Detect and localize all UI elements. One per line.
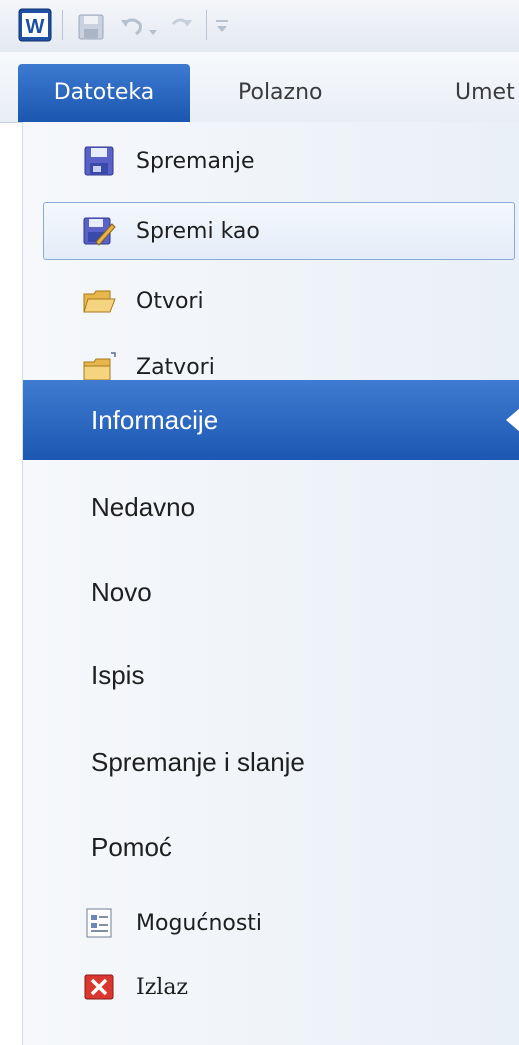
tab-file[interactable]: Datoteka: [18, 64, 190, 122]
section-help[interactable]: Pomoć: [23, 807, 519, 887]
section-help-label: Pomoć: [91, 831, 172, 862]
section-new[interactable]: Novo: [23, 552, 519, 632]
section-save-send[interactable]: Spremanje i slanje: [23, 722, 519, 802]
section-print-label: Ispis: [91, 659, 145, 690]
section-print[interactable]: Ispis: [23, 635, 519, 715]
options-command[interactable]: Mogućnosti: [43, 894, 515, 952]
redo-icon[interactable]: [168, 12, 196, 40]
backstage-menu: Spremanje Spremi kao Otvori Zatvori Info…: [22, 122, 519, 1045]
tab-insert[interactable]: Umet: [455, 64, 515, 122]
save-command[interactable]: Spremanje: [43, 132, 515, 190]
exit-icon: [82, 970, 116, 1004]
save-icon[interactable]: [76, 12, 106, 42]
exit-label: Izlaz: [136, 974, 189, 1000]
save-label: Spremanje: [136, 148, 255, 174]
save-as-label: Spremi kao: [136, 218, 260, 244]
close-folder-icon: [82, 350, 116, 384]
word-icon[interactable]: W: [18, 8, 52, 42]
tab-home[interactable]: Polazno: [238, 64, 323, 122]
section-save-send-label: Spremanje i slanje: [91, 746, 305, 777]
save-as-icon: [82, 214, 116, 248]
section-info-label: Informacije: [91, 404, 219, 435]
open-folder-icon: [82, 284, 116, 318]
save-as-command[interactable]: Spremi kao: [43, 202, 515, 260]
options-label: Mogućnosti: [136, 910, 263, 936]
active-pointer-icon: [506, 408, 519, 432]
section-recent[interactable]: Nedavno: [23, 467, 519, 547]
exit-command[interactable]: Izlaz: [43, 958, 515, 1016]
save-icon: [82, 144, 116, 178]
quick-access-toolbar: W: [0, 0, 519, 52]
ribbon-tab-row: Datoteka Polazno Umet: [0, 52, 519, 123]
undo-icon[interactable]: [118, 12, 146, 40]
svg-text:W: W: [26, 16, 45, 38]
undo-dropdown-icon[interactable]: [148, 22, 158, 35]
open-label: Otvori: [136, 288, 204, 314]
options-icon: [82, 906, 116, 940]
open-command[interactable]: Otvori: [43, 272, 515, 330]
close-label: Zatvori: [136, 354, 215, 380]
customize-qat-icon[interactable]: [214, 16, 230, 36]
section-new-label: Novo: [91, 576, 152, 607]
section-info[interactable]: Informacije: [23, 380, 519, 460]
section-recent-label: Nedavno: [91, 491, 196, 522]
